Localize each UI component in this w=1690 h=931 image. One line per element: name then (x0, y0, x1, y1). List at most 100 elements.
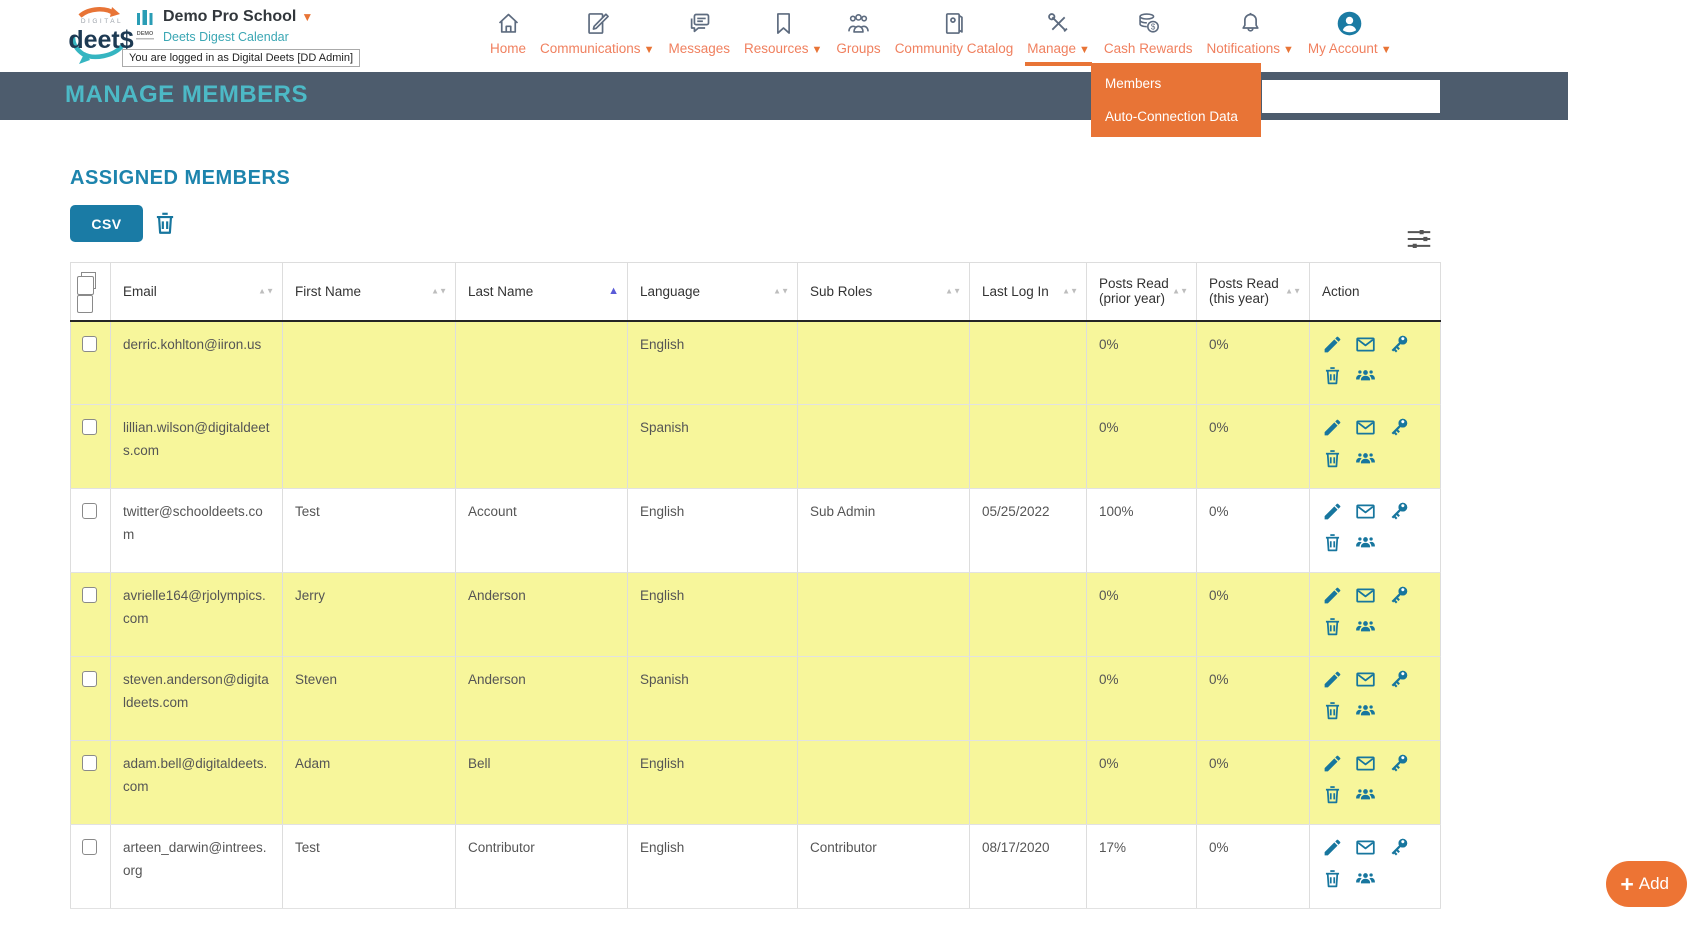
chevron-down-icon: ▼ (301, 10, 314, 24)
column-header-sub-roles[interactable]: Sub Roles ▲▼ (797, 262, 970, 322)
page-header-bar: MANAGE MEMBERS (0, 72, 1568, 120)
key-icon[interactable] (1388, 585, 1409, 606)
edit-icon[interactable] (1322, 417, 1343, 438)
nav-item-cash-rewards[interactable]: $ Cash Rewards (1102, 6, 1195, 58)
delete-icon[interactable] (1322, 784, 1343, 805)
row-checkbox[interactable] (82, 671, 97, 687)
edit-icon[interactable] (1322, 753, 1343, 774)
row-checkbox[interactable] (82, 335, 97, 352)
edit-icon[interactable] (1322, 585, 1343, 606)
groups-icon[interactable] (1355, 616, 1376, 637)
column-header-language[interactable]: Language ▲▼ (627, 262, 798, 322)
column-header-last-name[interactable]: Last Name ▲ (455, 262, 628, 322)
select-all-pages-checkbox[interactable] (77, 272, 96, 296)
groups-icon[interactable] (1355, 448, 1376, 469)
delete-icon[interactable] (1322, 365, 1343, 386)
sort-icon[interactable]: ▲▼ (1062, 287, 1078, 295)
delete-icon[interactable] (1322, 448, 1343, 469)
row-checkbox[interactable] (82, 503, 97, 519)
cell-language: Spanish (627, 656, 798, 741)
nav-item-my-account[interactable]: My Account ▼ (1306, 6, 1394, 59)
groups-icon[interactable] (1355, 365, 1376, 386)
add-member-button[interactable]: + Add (1606, 861, 1687, 907)
column-header-first-name[interactable]: First Name ▲▼ (282, 262, 456, 322)
key-icon[interactable] (1388, 417, 1409, 438)
email-icon[interactable] (1355, 334, 1376, 355)
column-header-posts-read-this[interactable]: Posts Read (this year) ▲▼ (1196, 262, 1310, 322)
cell-posts-read-prior: 17% (1086, 824, 1197, 909)
sort-icon[interactable]: ▲▼ (258, 287, 274, 295)
bulk-delete-icon[interactable] (152, 210, 178, 237)
table-row: arteen_darwin@intrees.org Test Contribut… (70, 824, 1441, 909)
csv-export-button[interactable]: CSV (70, 205, 143, 242)
key-icon[interactable] (1388, 334, 1409, 355)
groups-icon[interactable] (1355, 868, 1376, 889)
column-header-posts-read-prior[interactable]: Posts Read (prior year) ▲▼ (1086, 262, 1197, 322)
sort-icon[interactable]: ▲▼ (945, 287, 961, 295)
row-checkbox[interactable] (82, 839, 97, 855)
row-select-cell (70, 488, 111, 573)
chevron-down-icon: ▼ (1283, 44, 1294, 56)
select-page-checkbox[interactable] (77, 295, 93, 314)
email-icon[interactable] (1355, 669, 1376, 690)
school-selector[interactable]: Demo Pro School ▼ (163, 8, 313, 26)
sort-ascending-icon[interactable]: ▲ (608, 285, 619, 297)
edit-icon[interactable] (1322, 334, 1343, 355)
nav-item-home[interactable]: Home (488, 6, 528, 58)
communications-icon (584, 6, 611, 40)
members-table: Email ▲▼ First Name ▲▼ Last Name ▲ Langu… (70, 262, 1441, 909)
table-row: derric.kohlton@iiron.us English 0% 0% (70, 320, 1441, 405)
row-checkbox[interactable] (82, 755, 97, 771)
column-filter-icon[interactable] (1404, 224, 1434, 254)
edit-icon[interactable] (1322, 501, 1343, 522)
key-icon[interactable] (1388, 837, 1409, 858)
cell-posts-read-this: 0% (1196, 320, 1310, 405)
notifications-icon (1237, 6, 1264, 40)
nav-item-messages[interactable]: Messages (666, 6, 732, 58)
cell-email: lillian.wilson@digitaldeets.com (110, 404, 283, 489)
key-icon[interactable] (1388, 753, 1409, 774)
delete-icon[interactable] (1322, 532, 1343, 553)
email-icon[interactable] (1355, 501, 1376, 522)
key-icon[interactable] (1388, 669, 1409, 690)
cell-last-log-in (969, 572, 1087, 657)
email-icon[interactable] (1355, 837, 1376, 858)
sort-icon[interactable]: ▲▼ (1285, 287, 1301, 295)
menu-item-members[interactable]: Members (1091, 67, 1261, 100)
sort-icon[interactable]: ▲▼ (773, 287, 789, 295)
cell-sub-roles (797, 320, 970, 405)
edit-icon[interactable] (1322, 669, 1343, 690)
chevron-down-icon: ▼ (1380, 44, 1392, 56)
row-checkbox[interactable] (82, 587, 97, 603)
row-checkbox[interactable] (82, 419, 97, 435)
delete-icon[interactable] (1322, 700, 1343, 721)
email-icon[interactable] (1355, 417, 1376, 438)
cell-posts-read-this: 0% (1196, 824, 1310, 909)
sort-icon[interactable]: ▲▼ (431, 287, 447, 295)
nav-item-manage[interactable]: Manage ▼ (1025, 6, 1092, 66)
nav-item-notifications[interactable]: Notifications ▼ (1204, 6, 1295, 59)
column-header-email[interactable]: Email ▲▼ (110, 262, 283, 322)
nav-item-resources[interactable]: Resources ▼ (742, 6, 824, 59)
menu-item-auto-connection-data[interactable]: Auto-Connection Data (1091, 100, 1261, 133)
cash-rewards-icon: $ (1135, 6, 1162, 40)
email-icon[interactable] (1355, 753, 1376, 774)
search-input[interactable] (1262, 80, 1440, 113)
groups-icon[interactable] (1355, 532, 1376, 553)
column-header-last-log-in[interactable]: Last Log In ▲▼ (969, 262, 1087, 322)
sort-icon[interactable]: ▲▼ (1172, 287, 1188, 295)
cell-posts-read-prior: 100% (1086, 488, 1197, 573)
groups-icon[interactable] (1355, 700, 1376, 721)
delete-icon[interactable] (1322, 868, 1343, 889)
key-icon[interactable] (1388, 501, 1409, 522)
nav-item-groups[interactable]: Groups (834, 6, 882, 58)
nav-item-communications[interactable]: Communications ▼ (538, 6, 656, 59)
deets-digest-calendar-link[interactable]: Deets Digest Calendar (163, 30, 289, 44)
email-icon[interactable] (1355, 585, 1376, 606)
cell-action (1309, 404, 1441, 489)
delete-icon[interactable] (1322, 616, 1343, 637)
nav-item-community-catalog[interactable]: Community Catalog (893, 6, 1016, 58)
groups-icon[interactable] (1355, 784, 1376, 805)
cell-last-name: Bell (455, 740, 628, 825)
edit-icon[interactable] (1322, 837, 1343, 858)
